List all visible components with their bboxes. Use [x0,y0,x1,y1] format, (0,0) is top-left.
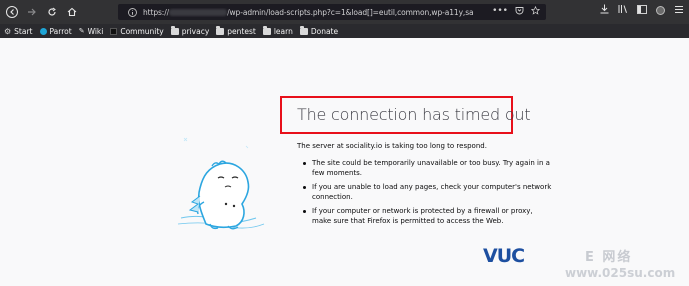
bookmark-wiki[interactable]: ✎ Wiki [79,27,104,36]
reload-button[interactable] [44,4,60,20]
more-actions-icon[interactable]: ••• [492,6,508,18]
bookmark-label: privacy [181,26,210,36]
bookmark-label: Donate [310,26,339,36]
folder-icon [216,25,225,35]
forward-button[interactable] [24,4,40,20]
folder-icon [262,25,271,35]
watermark-text: E 网络 [585,250,633,265]
watermark-logo: VUC [483,245,525,267]
download-icon[interactable] [600,4,609,17]
suggestion-list: The site could be temporarily unavailabl… [302,158,552,230]
folder-icon [170,25,179,35]
url-prefix: https:// [143,7,170,17]
community-icon [110,27,118,35]
library-icon[interactable] [618,4,628,17]
folder-icon [299,25,308,35]
bookmark-pentest[interactable]: pentest [216,25,256,36]
pocket-icon[interactable] [515,6,524,18]
wiki-icon: ✎ [78,26,85,35]
suggestion-item: If you are unable to load any pages, che… [302,182,552,202]
bookmark-label: Wiki [87,26,104,36]
bookmark-community[interactable]: Community [110,26,164,36]
suggestion-item: The site could be temporarily unavailabl… [302,158,552,178]
info-icon[interactable] [126,6,138,18]
parrot-icon [39,27,47,35]
sidebar-icon[interactable] [637,4,647,17]
bookmark-star-icon[interactable] [530,5,541,18]
redacted-domain [169,9,228,16]
error-title: The connection has timed out [297,105,531,124]
bookmark-label: Parrot [49,26,72,36]
back-button[interactable] [4,4,20,20]
menu-icon[interactable] [674,5,684,17]
back-arrow-icon [6,6,18,18]
bookmark-label: learn [273,26,293,36]
browser-toolbar: https:// /wp-admin/load-scripts.php?c=1&l… [0,0,689,24]
bookmark-label: Start [14,26,33,36]
reload-icon [48,7,56,16]
bookmark-learn[interactable]: learn [262,25,293,36]
error-page: The connection has timed out The server … [0,38,689,286]
url-path: /wp-admin/load-scripts.php?c=1&load[]=eu… [227,7,473,17]
home-button[interactable] [64,4,80,20]
bookmark-label: Community [120,26,164,36]
address-bar[interactable]: https:// /wp-admin/load-scripts.php?c=1&l… [118,4,546,20]
url-text[interactable]: https:// /wp-admin/load-scripts.php?c=1&l… [143,8,473,17]
bookmark-donate[interactable]: Donate [299,25,339,36]
watermark-logo-text: VUC [483,245,525,267]
account-avatar[interactable] [656,6,665,15]
bookmark-privacy[interactable]: privacy [170,25,210,36]
bookmark-start[interactable]: ⚙ Start [4,27,33,36]
dinosaur-illustration [176,132,266,242]
gear-icon: ⚙ [4,26,12,36]
error-description: The server at sociality.io is taking too… [297,142,487,150]
watermark-url: www.025su.com [565,266,676,280]
bookmark-label: pentest [227,26,256,36]
bookmarks-toolbar: ⚙ Start Parrot ✎ Wiki Community privacy pe… [0,24,689,38]
bookmark-parrot[interactable]: Parrot [39,26,72,36]
suggestion-item: If your computer or network is protected… [302,206,552,226]
home-icon [67,7,77,17]
forward-arrow-icon [28,8,36,16]
